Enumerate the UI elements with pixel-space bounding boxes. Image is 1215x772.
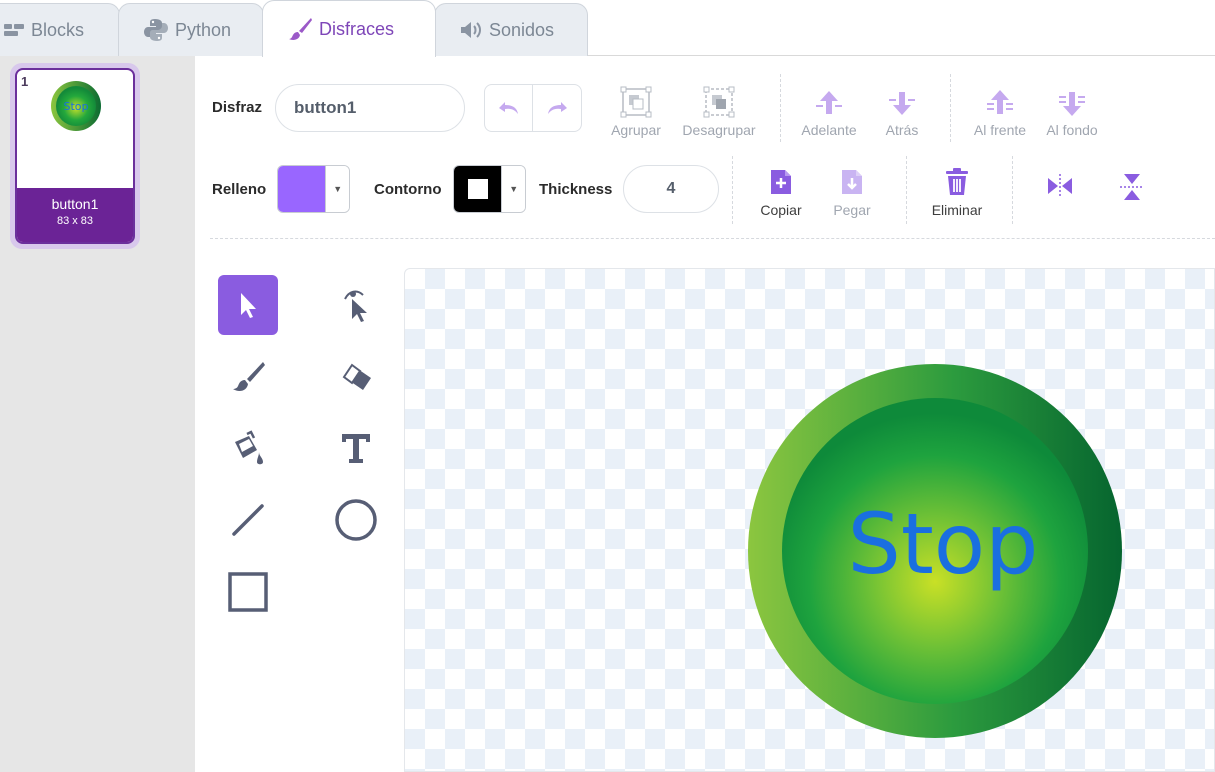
costume-name-input[interactable]: button1: [275, 84, 465, 132]
backward-button[interactable]: Atrás: [876, 80, 928, 138]
stop-button-graphic[interactable]: Stop: [405, 269, 1215, 772]
flip-vertical-icon: [1120, 174, 1144, 200]
text-icon: [342, 434, 370, 463]
ungroup-label: Desagrupar: [682, 122, 756, 138]
flip-vertical-button[interactable]: [1114, 170, 1150, 204]
thickness-input[interactable]: 4: [623, 165, 719, 213]
toolbar-divider: [1012, 156, 1013, 224]
tool-circle[interactable]: [326, 490, 386, 550]
brush-icon: [287, 16, 313, 42]
chevron-down-icon: ▼: [501, 166, 525, 212]
select-arrow-icon: [241, 293, 256, 318]
tool-rectangle[interactable]: [218, 562, 278, 622]
redo-button[interactable]: [533, 85, 581, 131]
ungroup-button[interactable]: Desagrupar: [678, 80, 760, 138]
tool-brush[interactable]: [218, 347, 278, 407]
to-back-icon: [1057, 80, 1087, 118]
group-icon: [620, 80, 652, 118]
toolbar-divider: [780, 74, 781, 142]
ungroup-icon: [703, 80, 735, 118]
forward-button[interactable]: Adelante: [798, 80, 860, 138]
editor-tab-bar: Blocks Python Disfraces Sonidos: [0, 0, 1215, 57]
tab-sounds-label: Sonidos: [489, 19, 555, 40]
toolbar-separator: [210, 238, 1215, 239]
toolbar-divider: [950, 74, 951, 142]
to-front-label: Al frente: [973, 122, 1027, 138]
undo-redo-group: [484, 84, 582, 132]
python-icon: [143, 17, 169, 43]
costume-number: 1: [21, 74, 29, 89]
toolbar-divider: [906, 156, 907, 224]
fill-color-picker[interactable]: ▼: [277, 165, 350, 213]
undo-button[interactable]: [485, 85, 534, 131]
paste-button[interactable]: Pegar: [828, 160, 876, 218]
backward-icon: [887, 80, 917, 118]
tool-text[interactable]: [326, 418, 386, 478]
costume-label-block: button1 83 x 83: [17, 188, 133, 242]
brush-icon: [233, 362, 265, 392]
outline-color-swatch: [454, 166, 502, 212]
stop-button-text: Stop: [848, 495, 1039, 593]
tool-select[interactable]: [218, 275, 278, 335]
group-button[interactable]: Agrupar: [608, 80, 664, 138]
tool-reshape[interactable]: [326, 275, 386, 335]
paint-canvas[interactable]: Stop: [404, 268, 1215, 772]
tab-python-label: Python: [175, 19, 232, 40]
to-front-button[interactable]: Al frente: [968, 80, 1032, 138]
outline-label: Contorno: [374, 181, 442, 198]
costume-name-label: Disfraz: [212, 99, 263, 116]
copy-icon: [767, 160, 795, 198]
redo-icon: [548, 102, 567, 114]
tool-fill[interactable]: [218, 418, 278, 478]
flip-horizontal-icon: [1048, 174, 1072, 198]
group-label: Agrupar: [611, 122, 661, 138]
delete-button[interactable]: Eliminar: [926, 160, 988, 218]
to-back-label: Al fondo: [1046, 122, 1098, 138]
delete-label: Eliminar: [931, 202, 983, 218]
costume-size: 83 x 83: [56, 215, 94, 227]
fill-color-swatch: [278, 166, 326, 212]
costume-item[interactable]: 1 Stop button1 83 x 83: [10, 63, 140, 249]
copy-button[interactable]: Copiar: [754, 160, 808, 218]
paste-icon: [838, 160, 866, 198]
tool-eraser[interactable]: [326, 347, 386, 407]
line-icon: [232, 504, 264, 536]
copy-label: Copiar: [760, 202, 802, 218]
speaker-icon: [459, 20, 483, 40]
outline-color-picker[interactable]: ▼: [453, 165, 526, 213]
fill-label: Relleno: [212, 181, 267, 198]
trash-icon: [943, 160, 971, 198]
toolbar-divider: [732, 156, 733, 224]
tab-python[interactable]: Python: [118, 3, 264, 56]
costume-item-frame: 1 Stop button1 83 x 83: [15, 68, 135, 244]
forward-label: Adelante: [801, 122, 857, 138]
to-back-button[interactable]: Al fondo: [1040, 80, 1104, 138]
forward-icon: [814, 80, 844, 118]
undo-icon: [498, 102, 518, 114]
thickness-label: Thickness: [539, 181, 613, 198]
costume-thumb-text: Stop: [63, 100, 88, 113]
to-front-icon: [985, 80, 1015, 118]
tab-costumes-label: Disfraces: [319, 18, 395, 39]
tab-costumes[interactable]: Disfraces: [262, 0, 436, 57]
paste-label: Pegar: [833, 202, 871, 218]
eraser-icon: [342, 363, 371, 390]
blocks-icon: [3, 21, 25, 39]
tab-blocks[interactable]: Blocks: [0, 3, 120, 56]
tab-sounds[interactable]: Sonidos: [434, 3, 588, 56]
flip-horizontal-button[interactable]: [1042, 172, 1078, 200]
chevron-down-icon: ▼: [325, 166, 349, 212]
costume-thumbnail: Stop: [51, 81, 101, 131]
reshape-icon: [344, 290, 367, 322]
tool-line[interactable]: [218, 490, 278, 550]
circle-icon: [335, 499, 377, 541]
fill-bucket-icon: [235, 430, 263, 465]
tab-blocks-label: Blocks: [31, 19, 85, 40]
rectangle-icon: [228, 572, 268, 612]
backward-label: Atrás: [885, 122, 919, 138]
costume-list: 1 Stop button1 83 x 83: [0, 56, 195, 772]
costume-name: button1: [51, 196, 99, 212]
